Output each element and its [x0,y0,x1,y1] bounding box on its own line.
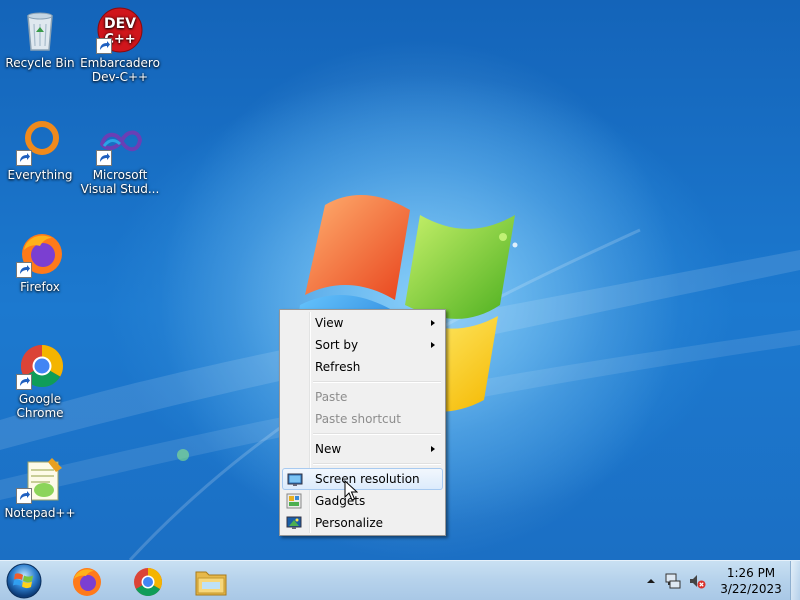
menu-item-screen-resolution[interactable]: Screen resolution [282,468,443,490]
desktop[interactable]: Recycle Bin DEV C++ Embarcadero Dev-C++ [0,0,800,560]
menu-item-label: Personalize [315,516,384,530]
shortcut-arrow-icon [16,374,32,390]
menu-separator [282,430,443,438]
menu-separator [282,378,443,386]
menu-item-paste-shortcut: Paste shortcut [282,408,443,430]
desktop-icon-visual-studio[interactable]: Microsoft Visual Stud... [80,118,160,196]
submenu-arrow-icon [431,446,435,452]
windows-start-icon [6,563,42,599]
menu-item-paste: Paste [282,386,443,408]
recycle-bin-icon [16,6,64,54]
desktop-icon-label: Notepad++ [4,506,76,520]
shortcut-arrow-icon [96,150,112,166]
shortcut-arrow-icon [96,38,112,54]
system-tray: 1:26 PM 3/22/2023 [640,561,800,600]
desktop-icon-label: Embarcadero Dev-C++ [80,56,160,84]
submenu-arrow-icon [431,342,435,348]
personalize-icon [286,515,302,531]
folder-icon [195,571,227,596]
visual-studio-icon [96,118,144,166]
desktop-icon-label: Recycle Bin [5,56,75,70]
firefox-icon [73,568,101,596]
submenu-arrow-icon [431,320,435,326]
shortcut-arrow-icon [16,488,32,504]
menu-item-label: Screen resolution [315,472,420,486]
everything-icon [16,118,64,166]
menu-item-new[interactable]: New [282,438,443,460]
firefox-icon [16,230,64,278]
menu-separator [282,460,443,468]
desktop-context-menu[interactable]: View Sort by Refresh Paste Paste shortcu… [279,309,446,536]
taskbar-button-firefox[interactable] [60,563,114,599]
desktop-icon-label: Microsoft Visual Stud... [80,168,160,196]
menu-item-label: Refresh [315,360,361,374]
network-icon[interactable] [664,572,682,590]
clock-date: 3/22/2023 [720,582,782,596]
shortcut-arrow-icon [16,150,32,166]
menu-item-view[interactable]: View [282,312,443,334]
chrome-icon [134,568,162,596]
svg-text:DEV: DEV [104,16,136,32]
menu-item-personalize[interactable]: Personalize [282,512,443,534]
menu-item-label: New [315,442,342,456]
screen-resolution-icon [287,472,303,488]
start-button[interactable] [4,562,44,600]
desktop-icon-label: Google Chrome [16,392,64,420]
desktop-icon-notepadpp[interactable]: Notepad++ [0,456,80,520]
desktop-icon-devcpp[interactable]: DEV C++ Embarcadero Dev-C++ [80,6,160,84]
desktop-icon-everything[interactable]: Everything [0,118,80,182]
volume-muted-icon[interactable] [688,572,706,590]
desktop-icon-recycle-bin[interactable]: Recycle Bin [0,6,80,70]
menu-item-label: Sort by [315,338,359,352]
taskbar-button-explorer[interactable] [184,563,238,599]
menu-item-label: Paste [315,390,348,404]
chrome-icon [16,342,64,390]
taskbar[interactable]: 1:26 PM 3/22/2023 [0,560,800,600]
taskbar-button-chrome[interactable] [121,563,175,599]
clock[interactable]: 1:26 PM 3/22/2023 [716,565,786,597]
show-hidden-icons-chevron-icon[interactable] [646,577,656,585]
desktop-icon-chrome[interactable]: Google Chrome [0,342,80,420]
shortcut-arrow-icon [16,262,32,278]
show-desktop-button[interactable] [790,561,800,600]
mouse-cursor-icon [344,480,358,501]
menu-item-gadgets[interactable]: Gadgets [282,490,443,512]
clock-time: 1:26 PM [726,566,776,580]
notepadpp-icon [16,456,64,504]
gadgets-icon [286,493,302,509]
menu-item-refresh[interactable]: Refresh [282,356,443,378]
desktop-icon-label: Firefox [20,280,60,294]
desktop-icon-firefox[interactable]: Firefox [0,230,80,294]
devcpp-icon: DEV C++ [96,6,144,54]
menu-item-label: Paste shortcut [315,412,401,426]
menu-item-sort-by[interactable]: Sort by [282,334,443,356]
desktop-icon-label: Everything [7,168,73,182]
menu-item-label: View [315,316,344,330]
